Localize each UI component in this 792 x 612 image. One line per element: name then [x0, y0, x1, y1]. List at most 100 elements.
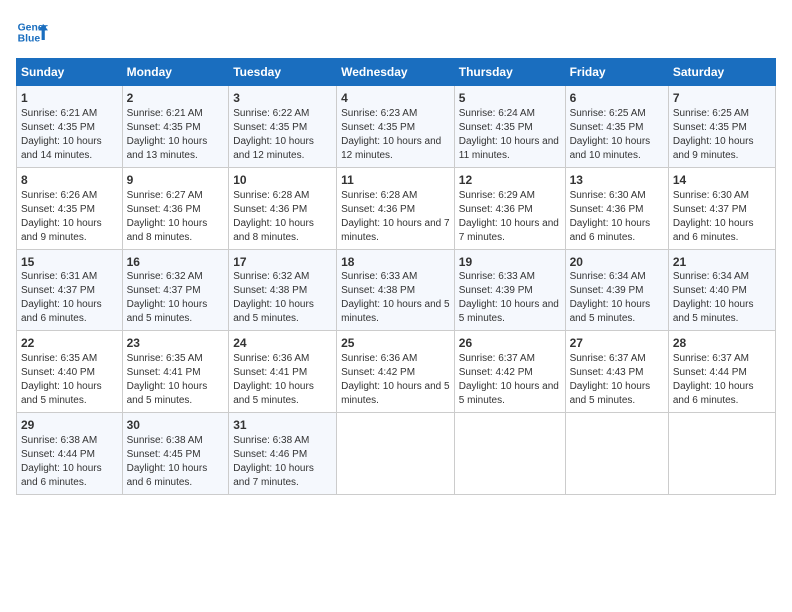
cell-sunset: Sunset: 4:36 PM	[459, 203, 561, 217]
cell-sunrise: Sunrise: 6:24 AM	[459, 107, 561, 121]
cell-sunrise: Sunrise: 6:32 AM	[233, 270, 332, 284]
calendar-cell: 17 Sunrise: 6:32 AM Sunset: 4:38 PM Dayl…	[229, 249, 337, 331]
cell-sunrise: Sunrise: 6:37 AM	[459, 352, 561, 366]
cell-sunrise: Sunrise: 6:26 AM	[21, 189, 118, 203]
cell-daylight: Daylight: 10 hours and 5 minutes.	[127, 298, 225, 326]
cell-daylight: Daylight: 10 hours and 12 minutes.	[233, 135, 332, 163]
cell-sunrise: Sunrise: 6:33 AM	[459, 270, 561, 284]
calendar-cell: 23 Sunrise: 6:35 AM Sunset: 4:41 PM Dayl…	[122, 331, 229, 413]
day-number: 26	[459, 335, 561, 352]
calendar-cell: 10 Sunrise: 6:28 AM Sunset: 4:36 PM Dayl…	[229, 167, 337, 249]
day-number: 19	[459, 254, 561, 271]
cell-sunrise: Sunrise: 6:31 AM	[21, 270, 118, 284]
cell-sunset: Sunset: 4:39 PM	[570, 284, 664, 298]
calendar-cell: 9 Sunrise: 6:27 AM Sunset: 4:36 PM Dayli…	[122, 167, 229, 249]
cell-sunset: Sunset: 4:37 PM	[127, 284, 225, 298]
day-number: 7	[673, 90, 771, 107]
cell-sunset: Sunset: 4:44 PM	[21, 448, 118, 462]
day-number: 6	[570, 90, 664, 107]
cell-daylight: Daylight: 10 hours and 5 minutes.	[570, 380, 664, 408]
cell-daylight: Daylight: 10 hours and 5 minutes.	[233, 380, 332, 408]
cell-sunset: Sunset: 4:38 PM	[233, 284, 332, 298]
cell-sunset: Sunset: 4:35 PM	[341, 121, 450, 135]
cell-daylight: Daylight: 10 hours and 7 minutes.	[233, 462, 332, 490]
cell-sunset: Sunset: 4:36 PM	[233, 203, 332, 217]
cell-sunset: Sunset: 4:36 PM	[341, 203, 450, 217]
cell-sunset: Sunset: 4:38 PM	[341, 284, 450, 298]
day-number: 29	[21, 417, 118, 434]
cell-daylight: Daylight: 10 hours and 5 minutes.	[459, 380, 561, 408]
cell-daylight: Daylight: 10 hours and 5 minutes.	[341, 380, 450, 408]
day-number: 9	[127, 172, 225, 189]
cell-sunrise: Sunrise: 6:30 AM	[570, 189, 664, 203]
cell-daylight: Daylight: 10 hours and 6 minutes.	[570, 217, 664, 245]
cell-sunrise: Sunrise: 6:38 AM	[233, 434, 332, 448]
calendar-cell: 22 Sunrise: 6:35 AM Sunset: 4:40 PM Dayl…	[17, 331, 123, 413]
cell-daylight: Daylight: 10 hours and 7 minutes.	[341, 217, 450, 245]
calendar-cell: 12 Sunrise: 6:29 AM Sunset: 4:36 PM Dayl…	[454, 167, 565, 249]
cell-sunrise: Sunrise: 6:25 AM	[570, 107, 664, 121]
calendar-cell: 14 Sunrise: 6:30 AM Sunset: 4:37 PM Dayl…	[668, 167, 775, 249]
day-number: 5	[459, 90, 561, 107]
cell-daylight: Daylight: 10 hours and 8 minutes.	[233, 217, 332, 245]
cell-sunrise: Sunrise: 6:30 AM	[673, 189, 771, 203]
cell-daylight: Daylight: 10 hours and 6 minutes.	[21, 298, 118, 326]
calendar-cell: 13 Sunrise: 6:30 AM Sunset: 4:36 PM Dayl…	[565, 167, 668, 249]
cell-daylight: Daylight: 10 hours and 5 minutes.	[127, 380, 225, 408]
week-row-1: 1 Sunrise: 6:21 AM Sunset: 4:35 PM Dayli…	[17, 86, 776, 168]
svg-text:Blue: Blue	[18, 34, 41, 45]
calendar-cell	[565, 413, 668, 495]
day-number: 14	[673, 172, 771, 189]
calendar-cell	[337, 413, 455, 495]
cell-sunset: Sunset: 4:35 PM	[127, 121, 225, 135]
cell-sunset: Sunset: 4:46 PM	[233, 448, 332, 462]
day-number: 20	[570, 254, 664, 271]
cell-sunrise: Sunrise: 6:37 AM	[570, 352, 664, 366]
cell-sunrise: Sunrise: 6:23 AM	[341, 107, 450, 121]
cell-sunset: Sunset: 4:36 PM	[570, 203, 664, 217]
cell-daylight: Daylight: 10 hours and 12 minutes.	[341, 135, 450, 163]
cell-sunrise: Sunrise: 6:36 AM	[341, 352, 450, 366]
cell-sunset: Sunset: 4:43 PM	[570, 366, 664, 380]
cell-sunset: Sunset: 4:41 PM	[127, 366, 225, 380]
cell-daylight: Daylight: 10 hours and 10 minutes.	[570, 135, 664, 163]
cell-sunrise: Sunrise: 6:35 AM	[21, 352, 118, 366]
calendar-cell: 30 Sunrise: 6:38 AM Sunset: 4:45 PM Dayl…	[122, 413, 229, 495]
cell-sunset: Sunset: 4:37 PM	[673, 203, 771, 217]
cell-sunset: Sunset: 4:42 PM	[341, 366, 450, 380]
day-number: 28	[673, 335, 771, 352]
cell-daylight: Daylight: 10 hours and 7 minutes.	[459, 217, 561, 245]
cell-sunrise: Sunrise: 6:28 AM	[233, 189, 332, 203]
day-number: 23	[127, 335, 225, 352]
day-number: 1	[21, 90, 118, 107]
calendar-cell: 4 Sunrise: 6:23 AM Sunset: 4:35 PM Dayli…	[337, 86, 455, 168]
cell-sunset: Sunset: 4:35 PM	[21, 203, 118, 217]
calendar-cell: 25 Sunrise: 6:36 AM Sunset: 4:42 PM Dayl…	[337, 331, 455, 413]
cell-sunrise: Sunrise: 6:22 AM	[233, 107, 332, 121]
cell-sunrise: Sunrise: 6:38 AM	[127, 434, 225, 448]
cell-sunset: Sunset: 4:35 PM	[570, 121, 664, 135]
calendar-cell: 18 Sunrise: 6:33 AM Sunset: 4:38 PM Dayl…	[337, 249, 455, 331]
cell-sunrise: Sunrise: 6:35 AM	[127, 352, 225, 366]
calendar-cell: 6 Sunrise: 6:25 AM Sunset: 4:35 PM Dayli…	[565, 86, 668, 168]
calendar-cell: 26 Sunrise: 6:37 AM Sunset: 4:42 PM Dayl…	[454, 331, 565, 413]
week-row-4: 22 Sunrise: 6:35 AM Sunset: 4:40 PM Dayl…	[17, 331, 776, 413]
day-number: 10	[233, 172, 332, 189]
cell-sunset: Sunset: 4:35 PM	[459, 121, 561, 135]
cell-daylight: Daylight: 10 hours and 14 minutes.	[21, 135, 118, 163]
calendar-cell: 19 Sunrise: 6:33 AM Sunset: 4:39 PM Dayl…	[454, 249, 565, 331]
calendar-cell: 29 Sunrise: 6:38 AM Sunset: 4:44 PM Dayl…	[17, 413, 123, 495]
cell-sunset: Sunset: 4:44 PM	[673, 366, 771, 380]
calendar-cell	[668, 413, 775, 495]
cell-sunrise: Sunrise: 6:38 AM	[21, 434, 118, 448]
day-number: 12	[459, 172, 561, 189]
day-header-thursday: Thursday	[454, 59, 565, 86]
day-header-saturday: Saturday	[668, 59, 775, 86]
day-header-wednesday: Wednesday	[337, 59, 455, 86]
cell-sunset: Sunset: 4:37 PM	[21, 284, 118, 298]
cell-sunrise: Sunrise: 6:29 AM	[459, 189, 561, 203]
day-number: 24	[233, 335, 332, 352]
calendar-cell: 3 Sunrise: 6:22 AM Sunset: 4:35 PM Dayli…	[229, 86, 337, 168]
cell-sunrise: Sunrise: 6:37 AM	[673, 352, 771, 366]
cell-daylight: Daylight: 10 hours and 8 minutes.	[127, 217, 225, 245]
